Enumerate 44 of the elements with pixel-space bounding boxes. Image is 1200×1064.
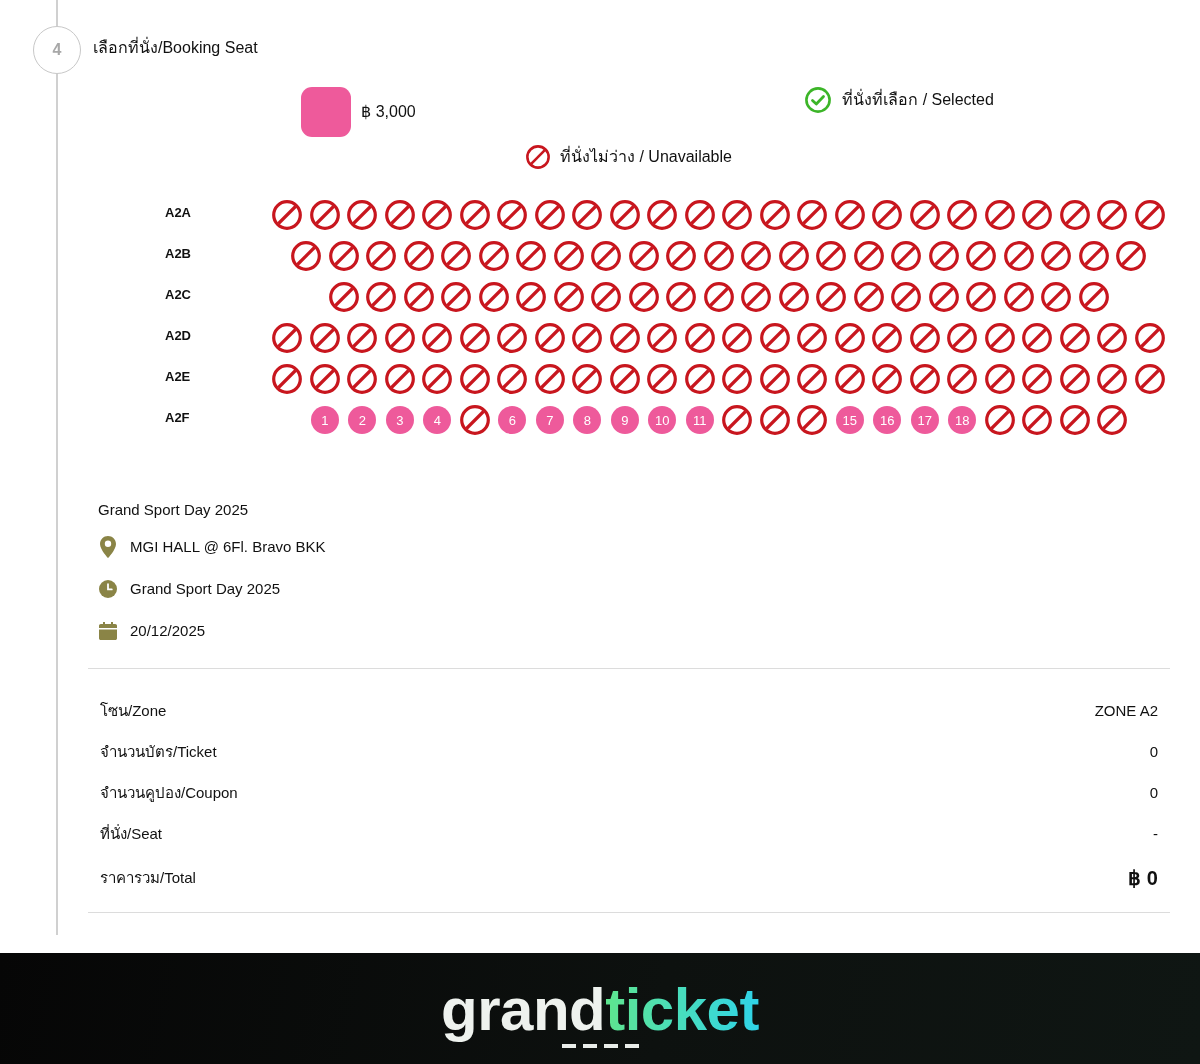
total-value: ฿ 0 [1128, 866, 1158, 891]
legend-label: ที่นั่งที่เลือก / Selected [842, 88, 994, 110]
row-label: A2B [165, 246, 191, 261]
legend-label: ที่นั่งไม่ว่าง / Unavailable [560, 145, 732, 167]
seat-button[interactable]: 7 [535, 406, 564, 434]
seat-button[interactable]: 11 [685, 406, 714, 434]
section-title: เลือกที่นั่ง/Booking Seat [93, 36, 258, 58]
event-title: Grand Sport Day 2025 [98, 500, 249, 520]
seat-button[interactable]: 8 [573, 406, 602, 434]
seat-button[interactable]: 18 [948, 406, 977, 434]
summary-label: จำนวนคูปอง/Coupon [100, 782, 238, 804]
seat-button[interactable]: 1 [310, 406, 339, 434]
event-detail: MGI HALL @ 6Fl. Bravo BKK [130, 536, 326, 557]
event-detail: Grand Sport Day 2025 [130, 578, 281, 599]
clock-icon [99, 580, 117, 598]
seat-button[interactable]: 17 [910, 406, 939, 434]
row-label: A2F [165, 410, 190, 425]
prohibited-icon [526, 145, 550, 169]
seat-button[interactable]: 16 [873, 406, 902, 434]
summary-value: 0 [1149, 741, 1158, 762]
seat-button[interactable]: 3 [385, 406, 414, 434]
dashed-line-icon [562, 1044, 640, 1048]
seat-button[interactable]: 6 [498, 406, 527, 434]
location-pin-icon [100, 536, 116, 558]
summary-label: ที่นั่ง/Seat [100, 823, 163, 844]
event-detail: 20/12/2025 [130, 620, 206, 641]
summary-label: จำนวนบัตร/Ticket [100, 741, 217, 762]
seat-button[interactable]: 2 [348, 406, 377, 434]
summary-label: ราคารวม/Total [100, 867, 196, 888]
seat-button[interactable]: 10 [648, 406, 677, 434]
row-label: A2C [165, 287, 191, 302]
summary-value: - [1153, 823, 1158, 844]
calendar-icon [99, 622, 117, 640]
seat-button[interactable]: 9 [610, 406, 639, 434]
row-label: A2E [165, 369, 191, 384]
price-label: ฿ 3,000 [361, 102, 416, 122]
summary-value: 0 [1149, 782, 1158, 803]
check-circle-icon [805, 87, 832, 113]
row-label: A2D [165, 328, 191, 343]
seat-button[interactable]: 4 [423, 406, 452, 434]
summary-value: ZONE A2 [1094, 700, 1158, 721]
seat-button[interactable]: 15 [835, 406, 864, 434]
row-label: A2A [165, 205, 191, 220]
summary-label: โซน/Zone [100, 700, 167, 721]
